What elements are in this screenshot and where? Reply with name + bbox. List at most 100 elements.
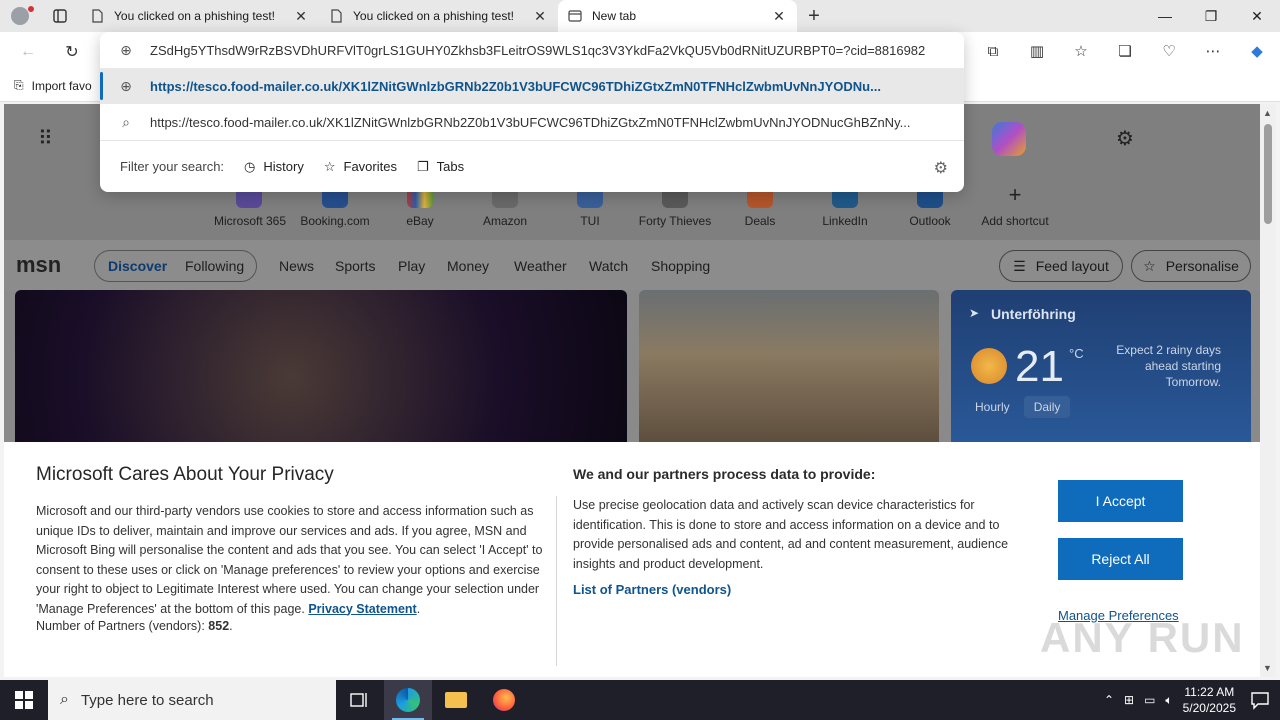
shortcut-microsoft-365[interactable]: Microsoft 365 <box>205 214 295 228</box>
page-scrollbar[interactable]: ▲ ▼ <box>1260 104 1276 677</box>
volume-icon[interactable]: 🔈︎ <box>1165 693 1172 708</box>
favorites-star-icon[interactable]: ☆ <box>1066 38 1096 64</box>
scroll-down-arrow-icon[interactable]: ▼ <box>1263 663 1272 673</box>
browser-tab-3[interactable]: New tab ✕ <box>558 0 797 32</box>
sliders-icon: ☰ <box>1013 257 1026 274</box>
privacy-left-column: Microsoft Cares About Your Privacy Micro… <box>36 464 544 633</box>
weather-card[interactable]: ➤ Unterföhring 21 °C Expect 2 rainy days… <box>951 290 1251 450</box>
nav-money[interactable]: Money <box>447 258 489 274</box>
split-screen-icon[interactable]: ▥ <box>1022 38 1052 64</box>
minimize-button[interactable]: — <box>1142 0 1188 32</box>
shortcut-add[interactable]: Add shortcut <box>970 214 1060 228</box>
shortcut-outlook[interactable]: Outlook <box>885 214 975 228</box>
performance-icon[interactable]: ♡ <box>1154 38 1184 64</box>
filter-tabs-button[interactable]: ❐ Tabs <box>417 159 464 175</box>
sun-icon <box>971 348 1007 384</box>
taskbar-search-placeholder: Type here to search <box>80 691 214 709</box>
scroll-up-arrow-icon[interactable]: ▲ <box>1263 108 1272 118</box>
more-menu-icon[interactable]: ⋯ <box>1198 38 1228 64</box>
nav-discover[interactable]: Discover <box>108 258 167 274</box>
suggestion-item[interactable]: ⌕ https://tesco.food-mailer.co.uk/XK1lZN… <box>100 104 964 140</box>
partners-count-line: Number of Partners (vendors): 852. <box>36 619 233 633</box>
clock-date: 5/20/2025 <box>1182 701 1236 715</box>
notification-center-icon[interactable] <box>1250 690 1270 710</box>
shortcut-forty-thieves[interactable]: Forty Thieves <box>630 214 720 228</box>
location-arrow-icon: ➤ <box>969 306 980 320</box>
news-hero-card[interactable] <box>15 290 627 450</box>
filter-favorites-button[interactable]: ☆ Favorites <box>324 159 397 175</box>
app-launcher-icon[interactable]: ⠿ <box>38 126 53 151</box>
new-tab-button[interactable]: + <box>797 0 831 32</box>
back-button[interactable]: ← <box>16 40 40 64</box>
nav-watch[interactable]: Watch <box>589 258 628 274</box>
list-of-partners-link[interactable]: List of Partners (vendors) <box>573 582 1033 597</box>
refresh-button[interactable]: ↻ <box>60 40 84 64</box>
close-icon[interactable]: ✕ <box>532 8 548 25</box>
nav-weather[interactable]: Weather <box>514 258 567 274</box>
msn-logo[interactable]: msn <box>16 252 61 278</box>
shortcut-booking[interactable]: Booking.com <box>290 214 380 228</box>
reject-all-button[interactable]: Reject All <box>1058 538 1183 580</box>
star-icon: ☆ <box>323 158 336 174</box>
start-button[interactable] <box>0 680 48 720</box>
globe-icon: ⊕ <box>120 41 132 58</box>
folder-icon <box>445 692 467 708</box>
processing-text: Use precise geolocation data and activel… <box>573 498 1009 571</box>
weather-temp: 21 <box>1015 342 1064 391</box>
edge-taskbar-button[interactable] <box>384 680 432 720</box>
news-card[interactable] <box>639 290 939 450</box>
profile-button[interactable] <box>0 0 40 32</box>
wifi-icon[interactable]: ▭ <box>1144 693 1155 707</box>
privacy-statement-link[interactable]: Privacy Statement <box>308 602 416 616</box>
search-icon: ⌕ <box>60 691 69 708</box>
browser-tab-2[interactable]: You clicked on a phishing test! ✕ <box>319 0 558 32</box>
filter-label: Filter your search: <box>120 159 225 174</box>
personalise-button[interactable]: ☆ Personalise <box>1131 250 1251 282</box>
weather-unit: °C <box>1069 346 1084 361</box>
nav-play[interactable]: Play <box>398 258 425 274</box>
nav-sports[interactable]: Sports <box>335 258 375 274</box>
address-bar-dropdown: ⊕ ZSdHg5YThsdW9rRzBSVDhURFVlT0grLS1GUHY0… <box>100 32 964 192</box>
close-icon[interactable]: ✕ <box>293 8 309 25</box>
shortcut-ebay[interactable]: eBay <box>375 214 465 228</box>
address-input-row[interactable]: ⊕ ZSdHg5YThsdW9rRzBSVDhURFVlT0grLS1GUHY0… <box>100 32 964 68</box>
close-window-button[interactable]: ✕ <box>1234 0 1280 32</box>
chevron-up-icon[interactable]: ⌃ <box>1104 693 1114 707</box>
shortcut-amazon[interactable]: Amazon <box>460 214 550 228</box>
restore-button[interactable]: ❐ <box>1188 0 1234 32</box>
shortcut-linkedin[interactable]: LinkedIn <box>800 214 890 228</box>
system-clock[interactable]: 11:22 AM 5/20/2025 <box>1183 684 1236 716</box>
nav-news[interactable]: News <box>279 258 314 274</box>
nav-following[interactable]: Following <box>185 258 244 274</box>
feed-layout-button[interactable]: ☰ Feed layout <box>999 250 1123 282</box>
collections-icon[interactable]: ❏ <box>1110 38 1140 64</box>
page-settings-gear-icon[interactable]: ⚙ <box>1116 126 1134 151</box>
weather-location[interactable]: Unterföhring <box>991 306 1076 322</box>
network-icon[interactable]: ⊞ <box>1124 693 1134 707</box>
gear-icon[interactable]: ⚙ <box>934 158 948 178</box>
file-explorer-button[interactable] <box>432 680 480 720</box>
shortcut-tui[interactable]: TUI <box>545 214 635 228</box>
suggestion-item[interactable]: ⊕ https://tesco.food-mailer.co.uk/XK1lZN… <box>100 68 964 104</box>
tab-hourly[interactable]: Hourly <box>965 396 1020 418</box>
tab-daily[interactable]: Daily <box>1023 396 1071 418</box>
extensions-icon[interactable]: ⧉ <box>978 38 1008 64</box>
tab-actions-button[interactable] <box>40 0 80 32</box>
import-favorites-link[interactable]: ⎘ Import favo <box>14 78 92 93</box>
copilot-icon[interactable]: ◆ <box>1242 38 1272 64</box>
page-icon <box>331 9 342 23</box>
browser-tab-1[interactable]: You clicked on a phishing test! ✕ <box>80 0 319 32</box>
accept-button[interactable]: I Accept <box>1058 480 1183 522</box>
filter-history-button[interactable]: ◷ History <box>244 159 304 175</box>
address-input[interactable]: ZSdHg5YThsdW9rRzBSVDhURFVlT0grLS1GUHY0Zk… <box>150 43 950 58</box>
shortcut-deals[interactable]: Deals <box>715 214 805 228</box>
nav-shopping[interactable]: Shopping <box>651 258 710 274</box>
scroll-thumb[interactable] <box>1264 124 1272 224</box>
taskbar-search[interactable]: ⌕ Type here to search <box>48 680 336 720</box>
notification-dot-icon <box>28 6 34 12</box>
personalise-star-icon: ☆ <box>1143 257 1156 274</box>
close-icon[interactable]: ✕ <box>771 8 787 25</box>
firefox-button[interactable] <box>480 680 528 720</box>
copilot-logo-icon[interactable] <box>992 122 1026 156</box>
task-view-button[interactable] <box>336 680 384 720</box>
